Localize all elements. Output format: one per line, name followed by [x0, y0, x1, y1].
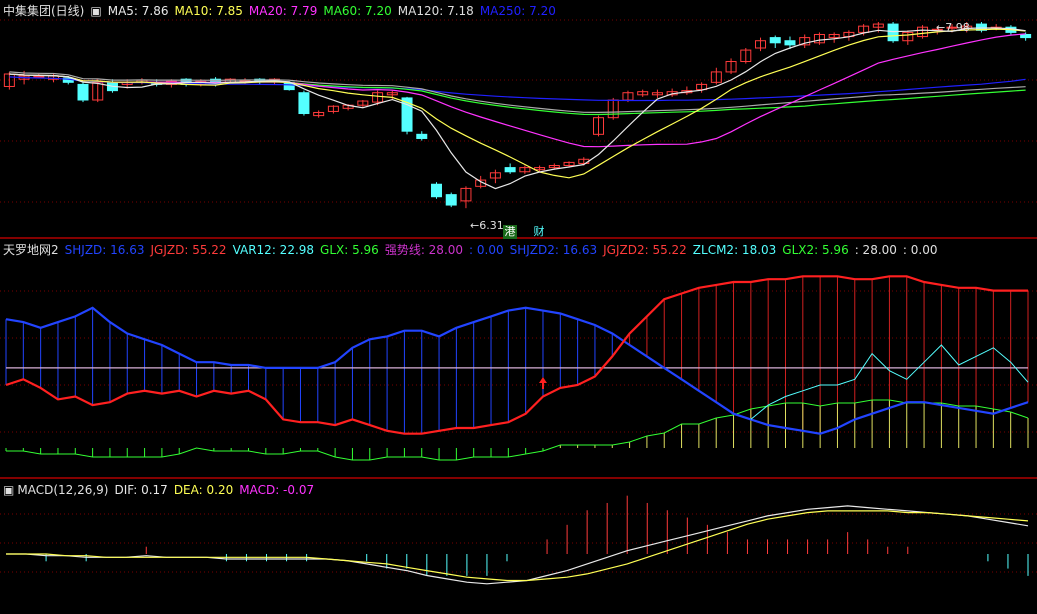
stock-chart-window: { "colors": { "up": "#ff3b3b", "down": "…	[0, 0, 1037, 614]
legend-dif: DIF: 0.17	[114, 483, 168, 497]
indicator-panel-title: 天罗地网2	[3, 243, 59, 257]
finance-tag[interactable]: 财	[532, 225, 546, 239]
ma10-line	[9, 28, 1026, 179]
legend-jgjzd: JGJZD: 55.22	[150, 243, 227, 257]
legend-ma60: MA60: 7.20	[323, 4, 392, 18]
candle-down	[445, 194, 457, 206]
low-price-label: ←6.31	[470, 219, 504, 232]
legend-shjzd: SHJZD: 16.63	[64, 243, 145, 257]
low-price-value: 6.31	[479, 219, 504, 232]
macd-legend: DIF: 0.17 DEA: 0.20 MACD: -0.07	[114, 482, 320, 498]
candle-down	[77, 83, 89, 101]
legend-ma5: MA5: 7.86	[107, 4, 169, 18]
legend-shjzd2: SHJZD2: 16.63	[509, 243, 598, 257]
shjzd-line	[5, 306, 1029, 435]
legend-ma120: MA120: 7.18	[397, 4, 474, 18]
legend-zero: : 0.00	[469, 243, 504, 257]
legend-ma10: MA10: 7.85	[174, 4, 243, 18]
macd-panel-header: ▣ MACD(12,26,9) DIF: 0.17 DEA: 0.20 MACD: …	[3, 482, 326, 498]
ma20-line	[9, 33, 1026, 148]
legend-dea: DEA: 0.20	[173, 483, 234, 497]
candle-down	[887, 23, 899, 42]
candle-down	[416, 133, 428, 139]
legend-zlcm2: ZLCM2: 18.03	[692, 243, 777, 257]
candle-down	[1020, 33, 1032, 39]
candle-down	[298, 92, 310, 115]
candle-down	[430, 183, 442, 198]
legend-macd: MACD: -0.07	[239, 483, 315, 497]
legend-ma250: MA250: 7.20	[479, 4, 556, 18]
candle-down	[784, 40, 796, 46]
legend-glx: GLX: 5.96	[320, 243, 379, 257]
legend-c0: : 0.00	[902, 243, 938, 257]
ma-legend: MA5: 7.86 MA10: 7.85 MA20: 7.79 MA60: 7.20 M…	[108, 3, 562, 19]
legend-c28: : 28.00	[854, 243, 897, 257]
dea-line	[6, 510, 1029, 582]
main-panel-menu-icon[interactable]: ▣	[90, 3, 101, 19]
high-price-label: ←7.98	[936, 21, 970, 34]
main-panel-header: 中集集团(日线) ▣ MA5: 7.86 MA10: 7.85 MA20: 7.79…	[3, 3, 568, 19]
legend-jgjzd2: JGJZD2: 55.22	[603, 243, 687, 257]
chart-canvas	[0, 19, 1037, 585]
jgjzd-line	[5, 275, 1028, 435]
hk-tag[interactable]: 港	[503, 225, 517, 239]
indicator-legend: SHJZD: 16.63 JGJZD: 55.22 VAR12: 22.98 GLX:…	[65, 242, 944, 258]
legend-ma20: MA20: 7.79	[248, 4, 318, 18]
candle-down	[769, 37, 781, 44]
candle-down	[504, 167, 516, 173]
macd-panel-title: MACD(12,26,9)	[17, 483, 109, 497]
macd-panel-menu-icon[interactable]: ▣	[3, 482, 14, 498]
legend-var12: VAR12: 22.98	[232, 243, 315, 257]
indicator-panel-header: 天罗地网2 SHJZD: 16.63 JGJZD: 55.22 VAR12: 22.…	[3, 242, 950, 258]
glx-line	[6, 399, 1029, 461]
buy-signal-arrow-icon	[538, 377, 547, 390]
legend-qsx: 强势线: 28.00	[384, 243, 464, 257]
candle-up	[33, 75, 45, 78]
high-price-value: 7.98	[945, 21, 970, 34]
main-panel-title: 中集集团(日线)	[3, 4, 85, 18]
legend-glx2: GLX2: 5.96	[782, 243, 849, 257]
